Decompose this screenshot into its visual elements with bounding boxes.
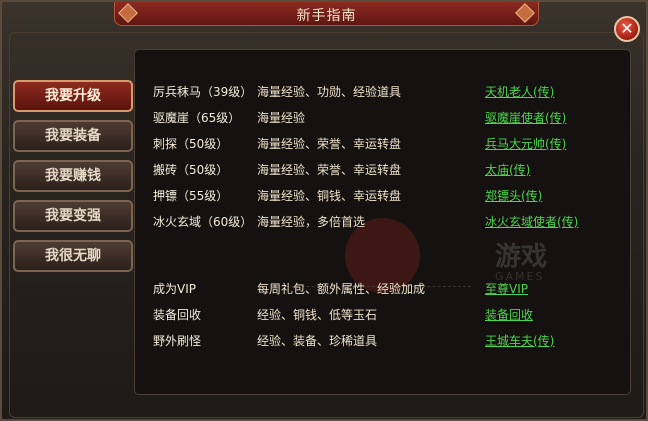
guide-row: 驱魔崖（65级） 海量经验 驱魔崖使者(传) [135, 108, 632, 128]
teleport-link[interactable]: 王城车夫(传) [485, 331, 554, 351]
guide-row: 冰火玄域（60级） 海量经验，多倍首选 冰火玄域使者(传) [135, 212, 632, 232]
sidebar-item-label: 我要装备 [45, 128, 101, 144]
teleport-link[interactable]: 至尊VIP [485, 279, 528, 299]
activity-name: 搬砖（50级） [153, 163, 229, 177]
guide-content-panel: 游戏 GAMES 厉兵秣马（39级） 海量经验、功勋、经验道具 天机老人(传) … [134, 49, 631, 395]
sidebar-item-label: 我要升级 [45, 88, 101, 104]
sidebar-item-upgrade[interactable]: 我要升级 [13, 80, 133, 112]
activity-name: 押镖（55级） [153, 189, 229, 203]
activity-reward: 海量经验、铜钱、幸运转盘 [257, 189, 402, 203]
guide-row: 刺探（50级） 海量经验、荣誉、幸运转盘 兵马大元帅(传) [135, 134, 632, 154]
activity-name: 厉兵秣马（39级） [153, 85, 253, 99]
teleport-link[interactable]: 驱魔崖使者(传) [485, 108, 566, 128]
watermark-text: 游戏 [495, 242, 548, 272]
activity-reward: 每周礼包、额外属性、经验加成 [257, 282, 426, 296]
sidebar-item-label: 我要赚钱 [45, 168, 101, 184]
teleport-link[interactable]: 郑镖头(传) [485, 186, 542, 206]
guide-window: 新手指南 ✕ 我要升级 我要装备 我要赚钱 我要变强 我很无聊 游戏 GAMES… [0, 0, 648, 421]
guide-row: 成为VIP 每周礼包、额外属性、经验加成 至尊VIP [135, 279, 632, 299]
activity-reward: 海量经验，多倍首选 [257, 215, 366, 229]
activity-reward: 海量经验、功勋、经验道具 [257, 85, 402, 99]
teleport-link[interactable]: 冰火玄域使者(传) [485, 212, 578, 232]
activity-name: 驱魔崖（65级） [153, 111, 241, 125]
window-title: 新手指南 [296, 8, 357, 24]
teleport-link[interactable]: 装备回收 [485, 305, 533, 325]
sidebar-item-label: 我很无聊 [45, 248, 101, 264]
activity-reward: 海量经验、荣誉、幸运转盘 [257, 137, 402, 151]
activity-name: 冰火玄域（60级） [153, 215, 253, 229]
activity-name: 刺探（50级） [153, 137, 229, 151]
sidebar-item-earn-money[interactable]: 我要赚钱 [13, 160, 133, 192]
title-bar[interactable]: 新手指南 [114, 2, 539, 26]
sidebar-item-equipment[interactable]: 我要装备 [13, 120, 133, 152]
teleport-link[interactable]: 兵马大元帅(传) [485, 134, 566, 154]
guide-row: 厉兵秣马（39级） 海量经验、功勋、经验道具 天机老人(传) [135, 82, 632, 102]
activity-reward: 经验、装备、珍稀道具 [257, 334, 378, 348]
teleport-link[interactable]: 天机老人(传) [485, 82, 554, 102]
close-icon: ✕ [620, 19, 634, 38]
activity-name: 野外刷怪 [153, 334, 202, 348]
activity-name: 成为VIP [153, 282, 196, 296]
guide-row: 押镖（55级） 海量经验、铜钱、幸运转盘 郑镖头(传) [135, 186, 632, 206]
activity-reward: 经验、铜钱、低等玉石 [257, 308, 378, 322]
sidebar-item-bored[interactable]: 我很无聊 [13, 240, 133, 272]
close-button[interactable]: ✕ [614, 16, 640, 42]
teleport-link[interactable]: 太庙(传) [485, 160, 530, 180]
activity-name: 装备回收 [153, 308, 202, 322]
activity-reward: 海量经验、荣誉、幸运转盘 [257, 163, 402, 177]
activity-reward: 海量经验 [257, 111, 306, 125]
guide-row: 装备回收 经验、铜钱、低等玉石 装备回收 [135, 305, 632, 325]
guide-row: 野外刷怪 经验、装备、珍稀道具 王城车夫(传) [135, 331, 632, 351]
sidebar-item-label: 我要变强 [45, 208, 101, 224]
guide-row: 搬砖（50级） 海量经验、荣誉、幸运转盘 太庙(传) [135, 160, 632, 180]
sidebar-item-get-stronger[interactable]: 我要变强 [13, 200, 133, 232]
